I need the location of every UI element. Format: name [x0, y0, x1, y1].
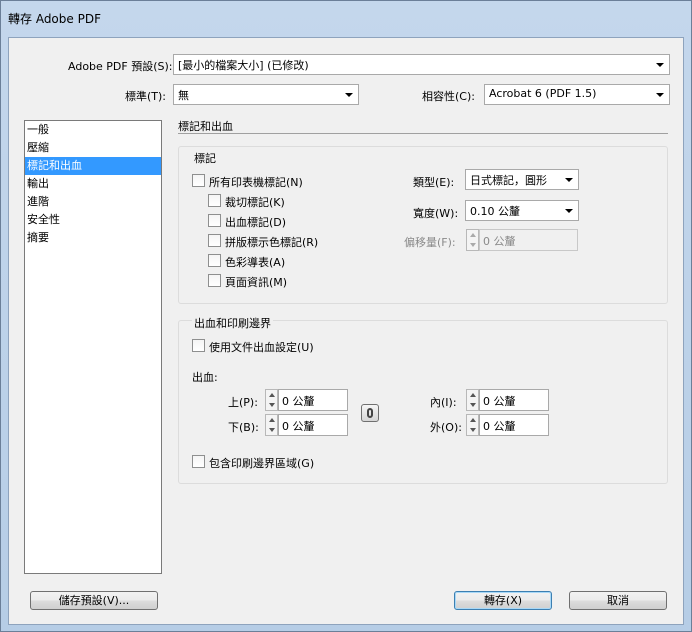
- spin-up-icon: [470, 233, 476, 237]
- spin-down-icon[interactable]: [470, 403, 476, 407]
- offset-spinner: [466, 229, 479, 251]
- spin-down-icon[interactable]: [269, 428, 275, 432]
- inside-field[interactable]: 0 公釐: [479, 389, 549, 411]
- top-spinner[interactable]: [265, 389, 278, 411]
- chevron-down-icon: [656, 63, 664, 67]
- standard-dropdown[interactable]: 無: [173, 84, 359, 105]
- standard-value: 無: [178, 89, 189, 102]
- spin-down-icon[interactable]: [470, 428, 476, 432]
- outside-label: 外(O):: [430, 421, 462, 434]
- section-title: 標記和出血: [178, 118, 668, 134]
- spin-up-icon[interactable]: [470, 393, 476, 397]
- offset-field: 0 公釐: [479, 229, 578, 251]
- include-slug-label: 包含印刷邊界區域(G): [209, 457, 315, 470]
- bottom-label: 下(B):: [228, 421, 259, 434]
- type-value: 日式標記，圓形: [470, 174, 547, 187]
- window-title: 轉存 Adobe PDF: [8, 12, 101, 26]
- outside-field[interactable]: 0 公釐: [479, 414, 549, 436]
- export-pdf-dialog: 轉存 Adobe PDF Adobe PDF 預設(S): [最小的檔案大小] …: [0, 0, 692, 632]
- compat-value: Acrobat 6 (PDF 1.5): [489, 87, 597, 100]
- all-marks-label: 所有印表機標記(N): [209, 176, 303, 189]
- weight-label: 寬度(W):: [413, 207, 459, 220]
- offset-label: 偏移量(F):: [404, 236, 456, 249]
- category-list[interactable]: 一般 壓縮 標記和出血 輸出 進階 安全性 摘要: [24, 120, 162, 574]
- bleed-slug-group-label: 出血和印刷邊界: [192, 315, 273, 331]
- bottom-spinner[interactable]: [265, 414, 278, 436]
- weight-value: 0.10 公釐: [470, 205, 520, 218]
- dialog-body: Adobe PDF 預設(S): [最小的檔案大小] (已修改) 標準(T): …: [8, 37, 684, 625]
- sidebar-item-summary[interactable]: 摘要: [25, 229, 161, 247]
- bottom-field[interactable]: 0 公釐: [278, 414, 348, 436]
- top-field[interactable]: 0 公釐: [278, 389, 348, 411]
- chevron-down-icon: [656, 93, 664, 97]
- chevron-down-icon: [565, 209, 573, 213]
- cancel-button[interactable]: 取消: [569, 591, 667, 610]
- top-label: 上(P):: [228, 396, 258, 409]
- all-marks-checkbox[interactable]: [192, 174, 205, 187]
- type-dropdown[interactable]: 日式標記，圓形: [465, 169, 579, 190]
- type-label: 類型(E):: [413, 176, 455, 189]
- compat-label: 相容性(C):: [422, 90, 475, 103]
- use-doc-bleed-checkbox[interactable]: [192, 339, 205, 352]
- chain-link-icon: [367, 408, 373, 418]
- preset-dropdown[interactable]: [最小的檔案大小] (已修改): [173, 54, 670, 75]
- sidebar-item-general[interactable]: 一般: [25, 121, 161, 139]
- spin-down-icon: [470, 243, 476, 247]
- standard-label: 標準(T):: [125, 90, 167, 103]
- compat-dropdown[interactable]: Acrobat 6 (PDF 1.5): [484, 84, 670, 105]
- inside-spinner[interactable]: [466, 389, 479, 411]
- sidebar-item-compression[interactable]: 壓縮: [25, 139, 161, 157]
- spin-up-icon[interactable]: [269, 418, 275, 422]
- bleed-marks-label: 出血標記(D): [225, 216, 287, 229]
- sidebar-item-marks-bleeds[interactable]: 標記和出血: [25, 157, 161, 175]
- section-title-text: 標記和出血: [178, 120, 233, 133]
- color-bars-checkbox[interactable]: [208, 254, 221, 267]
- title-bar[interactable]: 轉存 Adobe PDF: [1, 1, 691, 35]
- outside-spinner[interactable]: [466, 414, 479, 436]
- registration-marks-label: 拼版標示色標記(R): [225, 236, 319, 249]
- color-bars-label: 色彩導表(A): [225, 256, 286, 269]
- inside-label: 內(I):: [430, 396, 457, 409]
- spin-down-icon[interactable]: [269, 403, 275, 407]
- page-info-label: 頁面資訊(M): [225, 276, 288, 289]
- weight-dropdown[interactable]: 0.10 公釐: [465, 200, 579, 221]
- include-slug-checkbox[interactable]: [192, 455, 205, 468]
- spin-up-icon[interactable]: [470, 418, 476, 422]
- bleed-label: 出血:: [192, 371, 218, 384]
- export-button[interactable]: 轉存(X): [454, 591, 552, 610]
- chevron-down-icon: [565, 178, 573, 182]
- spin-up-icon[interactable]: [269, 393, 275, 397]
- link-settings-button[interactable]: [361, 404, 379, 422]
- sidebar-item-output[interactable]: 輸出: [25, 175, 161, 193]
- preset-value: [最小的檔案大小] (已修改): [178, 59, 309, 72]
- save-preset-button[interactable]: 儲存預設(V)...: [30, 591, 158, 610]
- sidebar-item-security[interactable]: 安全性: [25, 211, 161, 229]
- use-doc-bleed-label: 使用文件出血設定(U): [209, 341, 314, 354]
- page-info-checkbox[interactable]: [208, 274, 221, 287]
- crop-marks-checkbox[interactable]: [208, 194, 221, 207]
- chevron-down-icon: [345, 93, 353, 97]
- registration-marks-checkbox[interactable]: [208, 234, 221, 247]
- preset-label: Adobe PDF 預設(S):: [68, 60, 173, 73]
- sidebar-item-advanced[interactable]: 進階: [25, 193, 161, 211]
- bleed-marks-checkbox[interactable]: [208, 214, 221, 227]
- crop-marks-label: 裁切標記(K): [225, 196, 285, 209]
- marks-group-label: 標記: [194, 152, 216, 165]
